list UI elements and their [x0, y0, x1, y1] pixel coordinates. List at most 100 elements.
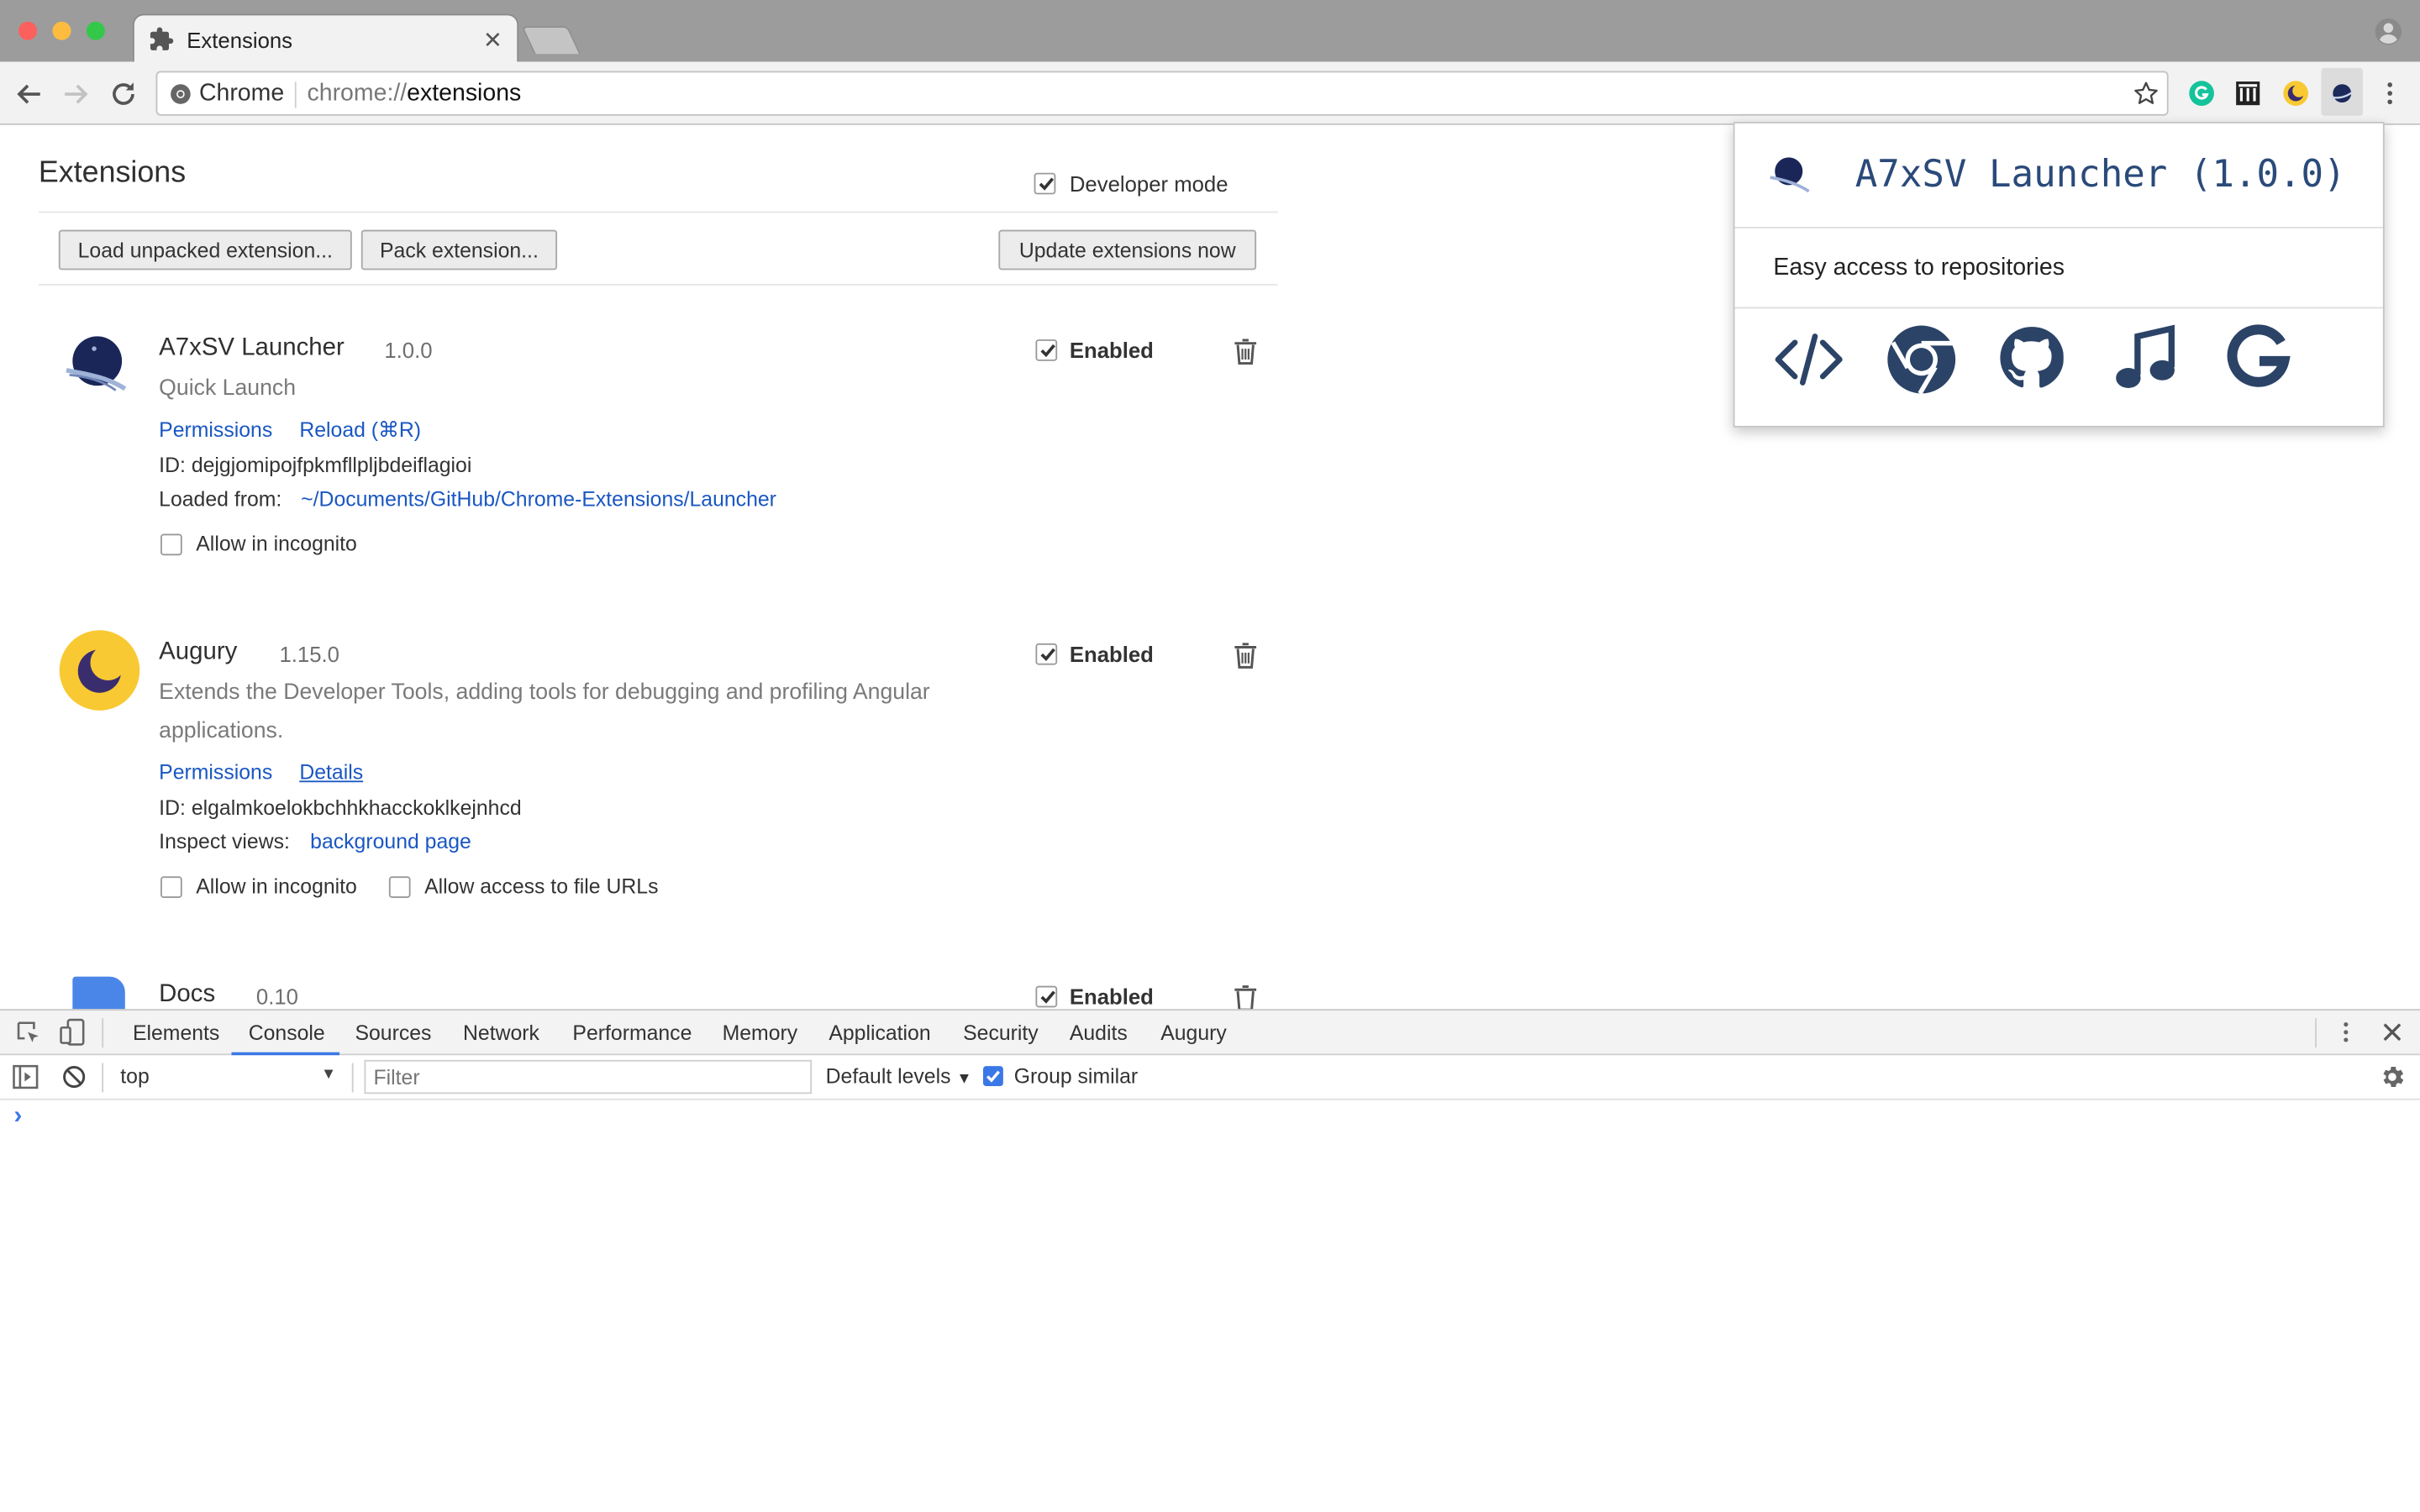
trash-icon[interactable] [1234, 642, 1258, 669]
allow-file-urls-checkbox[interactable] [388, 876, 411, 898]
details-link[interactable]: Details [299, 761, 363, 785]
extension-id: elgalmkoelokbchhkhacckoklkejnhcd [191, 795, 522, 820]
inspect-element-icon[interactable] [15, 1020, 41, 1046]
clear-console-icon[interactable] [61, 1064, 86, 1089]
page-title: Extensions [38, 155, 187, 190]
window-minimize-button[interactable] [52, 21, 71, 40]
devtools-close-icon[interactable] [2380, 1020, 2404, 1044]
code-icon[interactable] [1772, 324, 1846, 395]
dropdown-caret-icon: ▼ [321, 1066, 337, 1084]
tab-close-icon[interactable]: ✕ [483, 26, 502, 54]
allow-incognito-checkbox[interactable] [160, 876, 182, 898]
dropdown-caret-icon: ▼ [956, 1070, 972, 1088]
a7xsv-launcher-toolbar-button[interactable] [2321, 67, 2364, 116]
grammarly-icon[interactable] [2188, 81, 2214, 107]
permissions-link[interactable]: Permissions [159, 761, 272, 785]
popup-subtitle: Easy access to repositories [1773, 255, 2065, 281]
id-label: ID: [159, 795, 186, 820]
devtools-menu-icon[interactable] [2333, 1020, 2358, 1044]
github-icon[interactable] [1999, 324, 2064, 392]
omnibox-chip: Chrome [198, 80, 285, 107]
console-prompt[interactable]: › [14, 1103, 23, 1131]
extension-name: A7xSV Launcher [159, 334, 345, 361]
background-page-link[interactable]: background page [310, 830, 471, 853]
omnibox[interactable]: Chrome chrome://extensions [155, 71, 2169, 116]
back-icon[interactable] [14, 79, 45, 110]
context-value: top [120, 1064, 150, 1088]
group-similar-label: Group similar [1013, 1064, 1139, 1088]
loaded-from-path-link[interactable]: ~/Documents/GitHub/Chrome-Extensions/Lau… [301, 487, 776, 511]
extension-popup: A7xSV Launcher (1.0.0) Easy access to re… [1733, 122, 2385, 428]
extension-version: 1.0.0 [384, 338, 433, 363]
allow-incognito-checkbox[interactable] [160, 533, 182, 556]
divider [38, 283, 1278, 286]
divider [102, 1018, 104, 1048]
forward-icon[interactable] [60, 79, 92, 110]
reload-icon[interactable] [108, 79, 139, 110]
new-tab-button[interactable] [521, 26, 581, 55]
allow-incognito-label: Allow in incognito [196, 874, 357, 898]
bookmark-star-icon[interactable] [2133, 81, 2159, 107]
permissions-link[interactable]: Permissions [159, 418, 272, 442]
devtools-tab-network[interactable]: Network [463, 1021, 539, 1045]
devtools-tab-application[interactable]: Application [829, 1021, 930, 1045]
extension-description-line2: applications. [159, 718, 284, 744]
tab-strip: Extensions ✕ [0, 0, 2420, 64]
group-similar-checkbox[interactable] [983, 1066, 1003, 1087]
url-host: extensions [407, 80, 522, 107]
devtools-tab-sources[interactable]: Sources [355, 1021, 431, 1045]
window-maximize-button[interactable] [86, 21, 105, 40]
enabled-checkbox[interactable] [1035, 339, 1058, 361]
default-levels-dropdown[interactable]: Default levels ▼ [826, 1064, 972, 1088]
load-unpacked-button[interactable]: Load unpacked extension... [58, 229, 352, 270]
extension-version: 1.15.0 [279, 642, 339, 667]
enabled-label: Enabled [1069, 642, 1154, 667]
enabled-label: Enabled [1069, 984, 1154, 1010]
chrome-menu-icon[interactable] [2377, 81, 2403, 107]
a7xsv-popup-logo [1769, 155, 1812, 195]
update-extensions-button[interactable]: Update extensions now [998, 229, 1257, 270]
devtools-tab-elements[interactable]: Elements [133, 1021, 219, 1045]
context-selector[interactable]: top ▼ [108, 1060, 350, 1094]
augury-toolbar-icon[interactable] [2283, 81, 2309, 107]
divider [38, 211, 1278, 213]
puzzle-icon [148, 26, 174, 52]
developer-mode-label: Developer mode [1069, 171, 1228, 197]
tab-extensions[interactable]: Extensions ✕ [132, 13, 519, 64]
enabled-checkbox[interactable] [1035, 643, 1058, 665]
devtools-tab-memory[interactable]: Memory [723, 1021, 798, 1045]
omnibox-url[interactable]: chrome://extensions [308, 81, 522, 108]
augury-logo [59, 629, 140, 711]
music-icon[interactable] [2112, 324, 2180, 395]
devtools-tab-security[interactable]: Security [963, 1021, 1039, 1045]
pack-extension-button[interactable]: Pack extension... [360, 229, 558, 270]
console-toolbar: top ▼ Default levels ▼ Group similar [0, 1055, 2420, 1100]
devtools-tab-augury[interactable]: Augury [1160, 1021, 1227, 1045]
device-toolbar-icon[interactable] [59, 1018, 87, 1046]
trash-icon[interactable] [1234, 984, 1258, 1012]
devtools-tab-audits[interactable]: Audits [1070, 1021, 1128, 1045]
window-close-button[interactable] [18, 21, 38, 40]
extension-name: Docs [159, 981, 216, 1008]
console-sidebar-icon[interactable] [13, 1064, 39, 1089]
extension-description-line1: Extends the Developer Tools, adding tool… [159, 680, 930, 706]
trash-icon[interactable] [1234, 338, 1258, 365]
id-label: ID: [159, 454, 186, 477]
developer-mode-checkbox[interactable] [1034, 172, 1056, 195]
archive-extension-icon[interactable] [2235, 81, 2261, 107]
chrome-icon[interactable] [1886, 324, 1956, 395]
divider [2315, 1018, 2317, 1048]
loaded-from-label: Loaded from: [159, 487, 282, 511]
console-settings-gear-icon[interactable] [2378, 1063, 2406, 1091]
enabled-label: Enabled [1069, 338, 1154, 363]
popup-title: A7xSV Launcher (1.0.0) [1854, 152, 2346, 197]
enabled-checkbox[interactable] [1035, 985, 1058, 1008]
extension-name: Augury [159, 638, 238, 665]
reload-link[interactable]: Reload (⌘R) [299, 418, 421, 443]
devtools-tab-console[interactable]: Console [249, 1021, 325, 1045]
console-filter-input[interactable] [364, 1059, 813, 1095]
devtools-tab-performance[interactable]: Performance [572, 1021, 692, 1045]
google-icon[interactable] [2226, 324, 2291, 392]
profile-icon[interactable] [2374, 17, 2403, 46]
extension-description: Quick Launch [159, 376, 297, 402]
